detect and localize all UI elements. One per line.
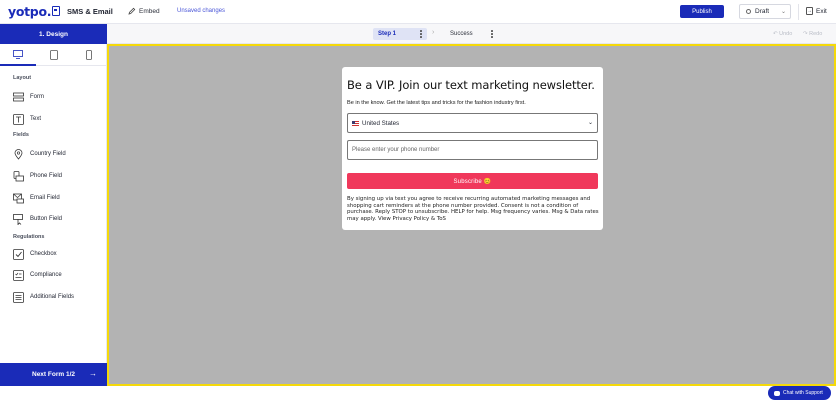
location-pin-icon — [14, 148, 23, 160]
phone-input[interactable]: Please enter your phone number — [347, 140, 598, 160]
tab-design[interactable]: 1. Design — [0, 24, 107, 44]
status-value: Draft — [755, 8, 770, 15]
pencil-icon — [128, 7, 136, 15]
sidebar-item-email-field[interactable]: Email Field — [13, 191, 60, 205]
redo-button[interactable]: ↷ Redo — [803, 31, 822, 37]
exit-icon: → — [806, 7, 813, 15]
checkbox-icon — [13, 248, 24, 260]
sidebar-item-label: Button Field — [30, 216, 63, 222]
email-field-icon — [13, 193, 24, 203]
sidebar: Layout Form Text Fields Country Field Ph… — [0, 44, 108, 386]
chevron-down-icon: ⌄ — [780, 9, 786, 15]
subscribe-button[interactable]: Subscribe 😊 — [347, 173, 598, 189]
section-fields: Fields — [13, 132, 29, 138]
next-form-label: Next Form 1/2 — [32, 371, 75, 378]
sidebar-item-form[interactable]: Form — [13, 90, 44, 104]
us-flag-icon — [352, 120, 359, 126]
section-regulations: Regulations — [13, 234, 45, 240]
undo-icon: ↶ — [773, 31, 778, 37]
sidebar-item-label: Country Field — [30, 151, 66, 157]
sidebar-item-label: Checkbox — [30, 251, 57, 257]
chat-support-button[interactable]: Chat with Support — [768, 386, 831, 400]
status-dot-icon — [746, 9, 751, 14]
chevron-down-icon: ⌄ — [587, 120, 593, 126]
text-icon — [13, 113, 24, 125]
step-1-tab[interactable]: Step 1 — [373, 28, 427, 40]
sidebar-item-checkbox[interactable]: Checkbox — [13, 247, 57, 261]
kebab-menu-icon[interactable] — [491, 30, 494, 39]
consent-disclaimer[interactable]: By signing up via text you agree to rece… — [347, 196, 599, 222]
sidebar-item-label: Phone Field — [30, 173, 63, 179]
chat-label: Chat with Support — [783, 390, 823, 396]
country-value: United States — [362, 119, 400, 127]
embed-label: Embed — [139, 7, 160, 15]
sidebar-item-country-field[interactable]: Country Field — [13, 147, 66, 161]
step-success-label: Success — [450, 31, 473, 37]
sidebar-item-button-field[interactable]: Button Field — [13, 212, 62, 226]
next-form-button[interactable]: Next Form 1/2 → — [0, 363, 107, 386]
redo-label: Redo — [809, 31, 823, 37]
country-select[interactable]: United States ⌄ — [347, 113, 598, 133]
yotpo-logo[interactable]: yotpo. — [8, 4, 52, 19]
form-title[interactable]: Be a VIP. Join our text marketing newsle… — [347, 78, 595, 92]
button-field-icon — [13, 213, 23, 225]
step-bar: 1. Design Step 1 › Success ↶ Undo ↷ Redo — [0, 24, 836, 44]
unsaved-changes-link[interactable]: Unsaved changes — [177, 8, 225, 14]
redo-icon: ↷ — [803, 31, 808, 37]
signup-form-card[interactable]: Be a VIP. Join our text marketing newsle… — [342, 67, 603, 230]
kebab-menu-icon[interactable] — [420, 30, 423, 39]
sidebar-item-label: Compliance — [30, 272, 62, 278]
form-subtitle[interactable]: Be in the know. Get the latest tips and … — [347, 100, 526, 106]
additional-fields-icon — [13, 291, 24, 303]
sidebar-item-label: Additional Fields — [30, 294, 75, 300]
tab-tablet[interactable] — [35, 44, 72, 66]
chat-bubble-icon — [774, 390, 780, 396]
exit-button[interactable]: → Exit — [806, 7, 827, 15]
exit-label: Exit — [816, 7, 827, 15]
embed-button[interactable]: Embed — [128, 7, 160, 15]
sidebar-item-text[interactable]: Text — [13, 112, 41, 126]
sidebar-item-label: Email Field — [30, 195, 60, 201]
preview-canvas: Be a VIP. Join our text marketing newsle… — [107, 44, 836, 386]
arrow-right-icon: → — [89, 369, 97, 378]
sidebar-item-label: Form — [30, 94, 44, 100]
phone-field-icon — [13, 170, 24, 181]
section-layout: Layout — [13, 75, 32, 81]
chevron-right-icon: › — [432, 29, 435, 36]
step-success-tab[interactable]: Success — [444, 28, 498, 40]
step-1-label: Step 1 — [378, 31, 397, 37]
app-name: SMS & Email — [67, 7, 113, 16]
desktop-icon — [12, 49, 23, 59]
sidebar-item-compliance[interactable]: Compliance — [13, 268, 62, 282]
mobile-icon — [86, 49, 93, 60]
status-select[interactable]: Draft ⌄ — [739, 4, 791, 19]
undo-button[interactable]: ↶ Undo — [773, 31, 792, 37]
top-bar: yotpo. SMS & Email Embed Unsaved changes… — [0, 0, 836, 24]
divider — [798, 4, 799, 20]
compliance-icon — [13, 269, 24, 281]
tab-desktop[interactable] — [0, 44, 36, 66]
form-icon — [13, 92, 24, 101]
device-tabs — [0, 44, 108, 66]
tab-mobile[interactable] — [71, 44, 108, 66]
tablet-icon — [49, 49, 58, 60]
sidebar-item-additional-fields[interactable]: Additional Fields — [13, 290, 74, 304]
app-flag-icon — [52, 6, 60, 16]
undo-label: Undo — [779, 31, 793, 37]
sidebar-item-label: Text — [30, 116, 42, 122]
publish-button[interactable]: Publish — [680, 5, 724, 18]
sidebar-item-phone-field[interactable]: Phone Field — [13, 169, 62, 183]
